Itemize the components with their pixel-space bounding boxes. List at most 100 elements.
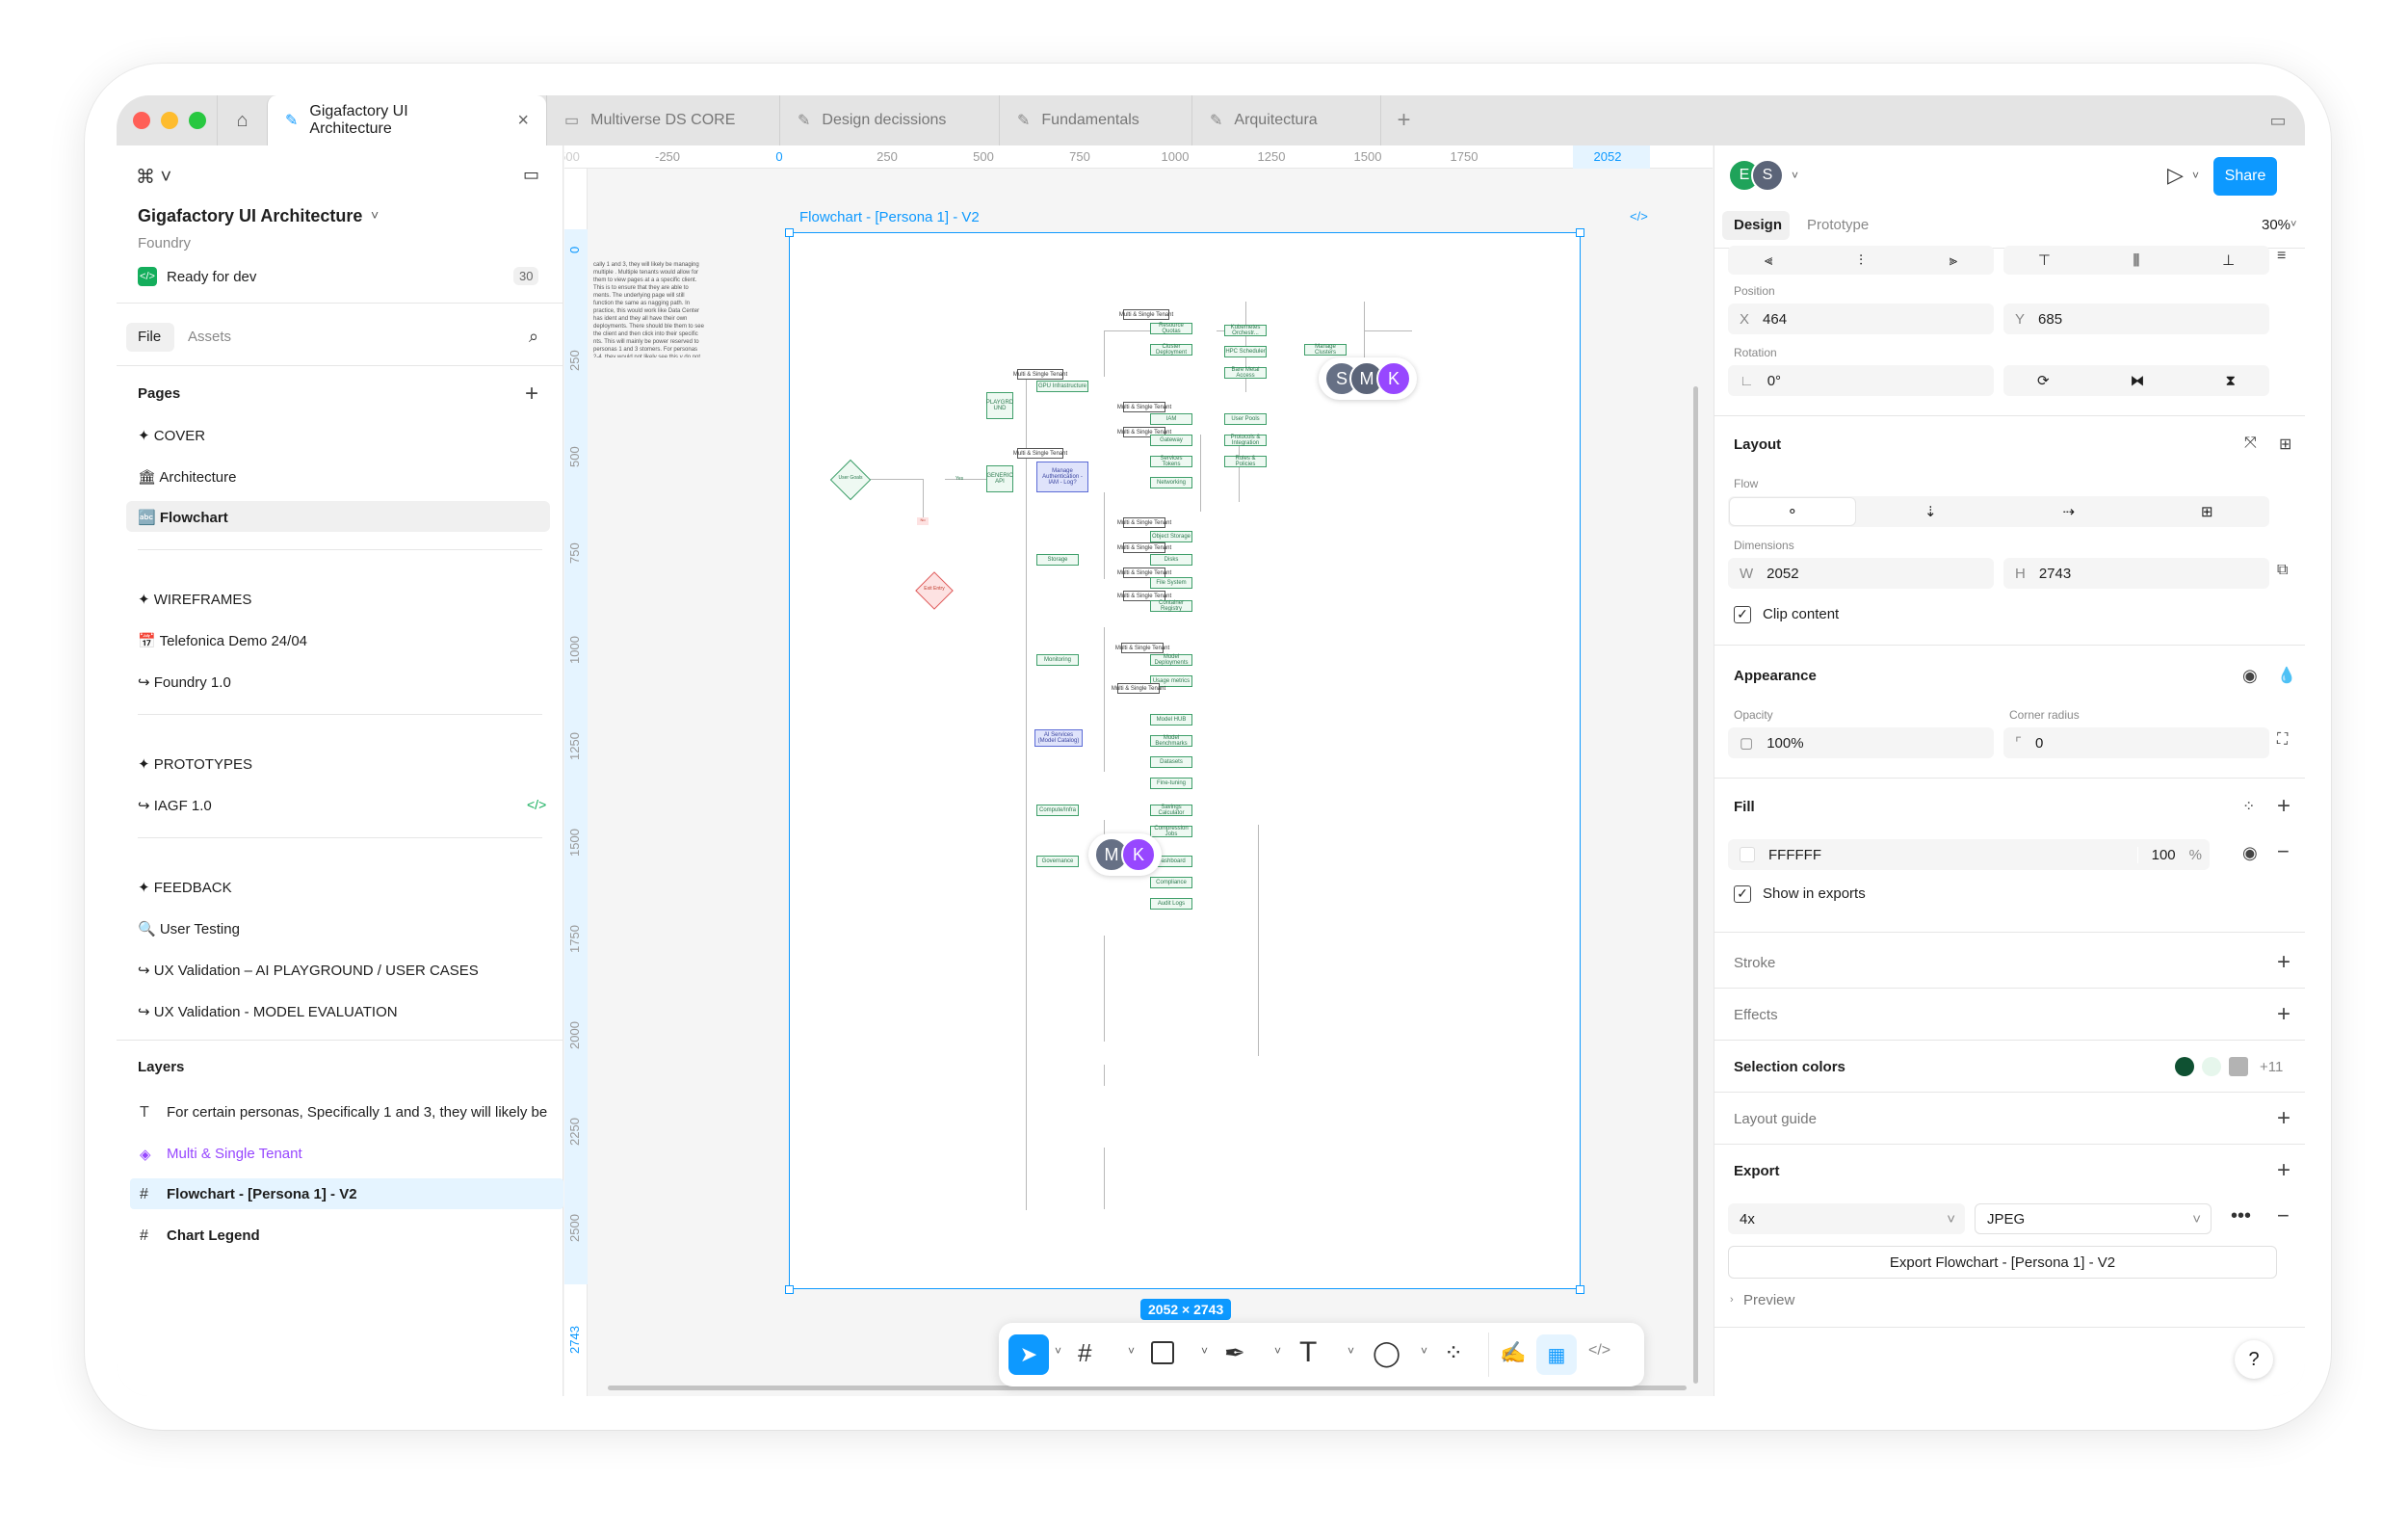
page-item-ux-model-eval[interactable]: ↪ UX Validation - MODEL EVALUATION <box>138 1003 398 1020</box>
tenant-tag[interactable]: Multi & Single Tenant <box>1112 683 1165 694</box>
panel-toggle-icon[interactable]: ▭ <box>523 165 539 185</box>
page-item-feedback[interactable]: ✦ FEEDBACK <box>138 879 232 896</box>
flow-node[interactable]: PLAYGRD UND <box>986 392 1013 419</box>
resize-to-fit-icon[interactable]: ⧉ <box>2277 562 2288 579</box>
flip-vertical-icon[interactable]: ⧗ <box>2225 373 2236 389</box>
page-item-telefonica[interactable]: 📅 Telefonica Demo 24/04 <box>138 632 307 649</box>
flow-node[interactable]: Manage Clusters <box>1304 344 1347 356</box>
align-center-h-icon[interactable]: ⫶ <box>1859 252 1863 269</box>
flow-node[interactable]: Networking <box>1150 477 1192 488</box>
chevron-down-icon[interactable]: ˅ <box>2290 219 2296 230</box>
chevron-down-icon[interactable]: ˅ <box>371 207 379 223</box>
text-tool-icon[interactable]: T <box>1299 1336 1317 1369</box>
selection-color-swatch[interactable] <box>2229 1057 2248 1076</box>
maximize-window-button[interactable] <box>189 112 206 129</box>
search-icon[interactable]: ⌕ <box>529 327 538 347</box>
draw-mode-icon[interactable]: ✍ <box>1500 1340 1526 1365</box>
align-middle-icon[interactable]: ⫼ <box>2133 252 2140 269</box>
resize-handle[interactable] <box>1576 228 1584 237</box>
height-input[interactable]: H 2743 <box>2003 558 2269 589</box>
flow-node[interactable]: GENERIC API <box>986 465 1013 492</box>
flow-node[interactable]: Cluster Deployment <box>1150 344 1192 356</box>
chevron-down-icon[interactable]: ˅ <box>2192 169 2199 182</box>
add-page-icon[interactable]: + <box>525 381 538 408</box>
selection-color-swatch[interactable] <box>2175 1057 2194 1076</box>
tab-design-decisions[interactable]: ✎ Design decissions <box>779 95 999 145</box>
main-menu-icon[interactable]: ⌘ ˅ <box>136 165 171 189</box>
align-top-icon[interactable]: ⊤ <box>2038 251 2051 269</box>
zoom-level[interactable]: 30% <box>2262 217 2290 233</box>
flip-horizontal-icon[interactable]: ⧓ <box>2131 372 2145 389</box>
align-right-icon[interactable]: ⫸ <box>1950 252 1957 269</box>
flow-node[interactable]: Protocols & Integration <box>1224 435 1267 446</box>
corner-radius-input[interactable]: ⌜ 0 <box>2003 727 2269 758</box>
drop-icon[interactable]: 💧 <box>2277 666 2296 685</box>
page-item-architecture[interactable]: 🏛 Architecture <box>138 468 236 486</box>
vertical-scrollbar[interactable] <box>1693 386 1698 1384</box>
tab-fundamentals[interactable]: ✎ Fundamentals <box>999 95 1191 145</box>
layer-item-chart-legend[interactable]: Chart Legend <box>167 1227 260 1244</box>
flow-node[interactable]: Savings Calculator <box>1150 805 1192 816</box>
remove-export-icon[interactable]: − <box>2277 1203 2290 1228</box>
show-in-exports-checkbox[interactable]: ✓ <box>1734 885 1751 903</box>
flow-node[interactable]: AI Services (Model Catalog) <box>1034 729 1083 747</box>
flow-node[interactable]: Monitoring <box>1036 654 1079 666</box>
page-item-iagf[interactable]: ↪ IAGF 1.0 <box>138 797 212 814</box>
frame-code-icon[interactable]: </> <box>1630 209 1648 224</box>
page-item-cover[interactable]: ✦ COVER <box>138 427 205 444</box>
add-export-icon[interactable]: + <box>2277 1159 2290 1182</box>
flow-node[interactable]: Bare Metal Access <box>1224 367 1267 379</box>
more-colors-count[interactable]: +11 <box>2260 1059 2283 1075</box>
freeform-flow-icon[interactable]: ⚬ <box>1730 498 1855 525</box>
collapse-layout-icon[interactable]: ⤧ <box>2244 435 2257 452</box>
page-item-user-testing[interactable]: 🔍 User Testing <box>138 920 240 937</box>
tab-multiverse[interactable]: ▭ Multiverse DS CORE <box>546 95 779 145</box>
share-button[interactable]: Share <box>2213 157 2277 196</box>
tenant-tag[interactable]: Multi & Single Tenant <box>1013 369 1067 380</box>
export-format-select[interactable]: JPEG ˅ <box>1975 1203 2212 1234</box>
avatar[interactable]: K <box>1121 837 1156 872</box>
tab-design[interactable]: Design <box>1734 217 1782 233</box>
export-button[interactable]: Export Flowchart - [Persona 1] - V2 <box>1728 1246 2277 1279</box>
tenant-tag[interactable]: Multi & Single Tenant <box>1119 309 1173 320</box>
eye-icon[interactable]: ◉ <box>2242 666 2258 686</box>
chevron-down-icon[interactable]: ˅ <box>1201 1344 1208 1358</box>
layer-item-text[interactable]: For certain personas, Specifically 1 and… <box>167 1104 562 1121</box>
flow-node[interactable]: Resource Quotas <box>1150 323 1192 334</box>
fill-swatch[interactable] <box>1740 847 1755 862</box>
tenant-tag[interactable]: Multi & Single Tenant <box>1117 517 1171 528</box>
remove-fill-icon[interactable]: − <box>2277 839 2290 864</box>
pen-tool-icon[interactable]: ✒ <box>1224 1338 1245 1368</box>
flow-node[interactable]: Container Registry <box>1150 600 1192 612</box>
flow-node[interactable]: Model Benchmarks <box>1150 735 1192 747</box>
close-window-button[interactable] <box>133 112 150 129</box>
y-position-input[interactable]: Y 685 <box>2003 304 2269 334</box>
ready-for-dev-link[interactable]: Ready for dev <box>167 269 256 285</box>
flow-node[interactable]: Model HUB <box>1150 714 1192 726</box>
avatar[interactable]: S <box>1751 159 1784 192</box>
flow-node[interactable]: Object Storage <box>1150 531 1192 542</box>
flow-node[interactable]: Services Tokens <box>1150 456 1192 467</box>
layer-item-flowchart-frame[interactable]: Flowchart - [Persona 1] - V2 <box>167 1186 357 1202</box>
flow-node[interactable]: Storage <box>1036 554 1079 566</box>
horizontal-flow-icon[interactable]: ⇢ <box>2006 503 2132 520</box>
resize-handle[interactable] <box>785 228 794 237</box>
flow-node[interactable]: Fine-tuning <box>1150 778 1192 789</box>
file-title[interactable]: Gigafactory UI Architecture <box>138 206 362 226</box>
add-fill-icon[interactable]: + <box>2277 795 2290 818</box>
flow-node[interactable]: Compression Jobs <box>1150 826 1192 837</box>
flow-node[interactable]: Gateway <box>1150 435 1192 446</box>
tab-prototype[interactable]: Prototype <box>1807 217 1869 233</box>
add-effect-icon[interactable]: + <box>2277 1003 2290 1026</box>
chevron-down-icon[interactable]: ˅ <box>1055 1344 1061 1358</box>
eye-icon[interactable]: ◉ <box>2242 843 2258 863</box>
tab-assets[interactable]: Assets <box>188 329 231 345</box>
independent-corners-icon[interactable]: ⛶ <box>2277 731 2288 749</box>
layer-item-multi-tenant[interactable]: Multi & Single Tenant <box>167 1146 302 1162</box>
chevron-down-icon[interactable]: ˅ <box>1128 1344 1135 1358</box>
x-position-input[interactable]: X 464 <box>1728 304 1994 334</box>
canvas[interactable]: 500 -250 0 250 500 750 1000 1250 1500 17… <box>564 145 1713 1396</box>
grid-flow-icon[interactable]: ⊞ <box>2145 503 2270 520</box>
flow-node[interactable]: Disks <box>1150 554 1192 566</box>
styles-grid-icon[interactable]: ⁘ <box>2242 797 2255 816</box>
